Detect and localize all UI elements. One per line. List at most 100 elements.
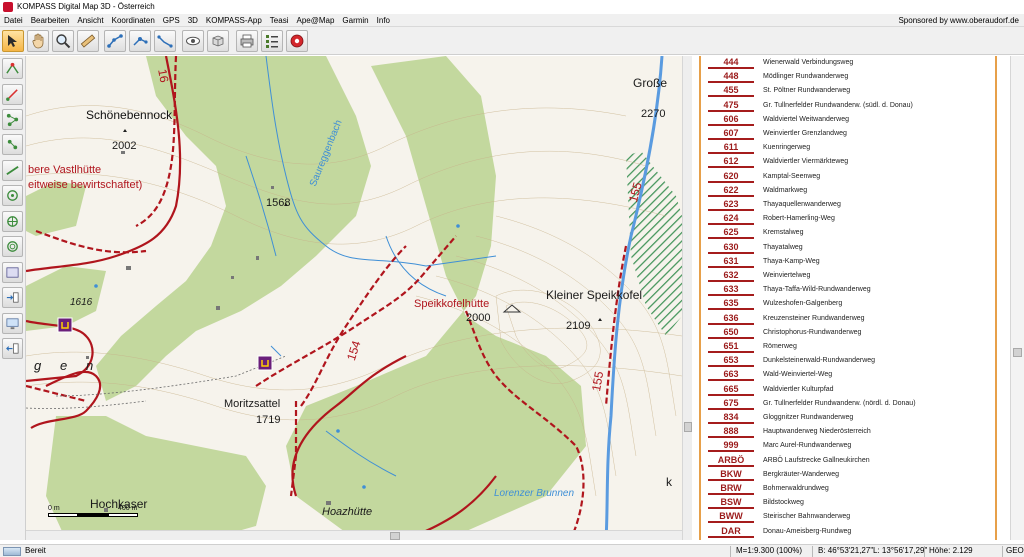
trail-name: Weinviertler Grenzlandweg xyxy=(763,130,847,137)
map-vscroll-thumb[interactable] xyxy=(684,422,692,432)
legend-row[interactable]: 650 Christophorus-Rundwanderweg xyxy=(706,327,986,342)
legend-row[interactable]: 632 Weinviertelweg xyxy=(706,270,986,285)
legend-row[interactable]: DAR Donau-Ameisberg-Rundweg xyxy=(706,526,986,540)
route-edit-icon[interactable] xyxy=(129,30,151,52)
print-icon[interactable] xyxy=(236,30,258,52)
menu-3d[interactable]: 3D xyxy=(184,14,202,27)
legend-row[interactable]: 888 Hauptwanderweg Niederösterreich xyxy=(706,426,986,441)
measure-ruler-icon[interactable] xyxy=(77,30,99,52)
route-new-icon[interactable] xyxy=(2,58,23,79)
legend-row[interactable]: 475 Gr. Tullnerfelder Rundwanderw. (südl.… xyxy=(706,100,986,115)
menu-ansicht[interactable]: Ansicht xyxy=(73,14,107,27)
map-export-icon[interactable] xyxy=(2,262,23,283)
trail-name: Bergkräuter-Wanderweg xyxy=(763,470,839,478)
menu-kompass-app[interactable]: KOMPASS-App xyxy=(202,14,266,27)
legend-row[interactable]: 448 Mödlinger Rundwanderweg xyxy=(706,71,986,86)
menu-bar: Datei Bearbeiten Ansicht Koordinaten GPS 3D KO… xyxy=(0,14,1024,27)
legend-row[interactable]: 636 Kreuzensteiner Rundwanderweg xyxy=(706,313,986,328)
legend-row[interactable]: 444 Wienerwald Verbindungsweg xyxy=(706,57,986,72)
legend-row[interactable]: 999 Marc Aurel-Rundwanderweg xyxy=(706,440,986,455)
trail-name: Gr. Tullnerfelder Rundwanderw. (nördl. d… xyxy=(763,399,916,407)
legend-row[interactable]: 630 Thayatalweg xyxy=(706,242,986,257)
hand-pan-icon[interactable] xyxy=(27,30,49,52)
legend-scroll-thumb[interactable] xyxy=(1013,348,1022,357)
trail-number-badge: 651 xyxy=(708,341,754,353)
route-waypoints-icon[interactable] xyxy=(104,30,126,52)
trail-number-badge: 448 xyxy=(708,71,754,84)
trail-legend-panel: 444 Wienerwald Verbindungsweg 448 Mödlinger… xyxy=(692,56,1010,540)
legend-row[interactable]: 663 Wald-Weinviertel-Weg xyxy=(706,369,986,384)
trail-number-badge: 624 xyxy=(708,213,754,226)
map-label-elevation: 2000 xyxy=(466,312,491,324)
map-horizontal-scrollbar[interactable] xyxy=(26,530,682,540)
legend-row[interactable]: 675 Gr. Tullnerfelder Rundwanderw. (nördl… xyxy=(706,398,986,413)
title-bar: KOMPASS Digital Map 3D - Österreich xyxy=(0,0,1024,14)
route-nodes-icon[interactable] xyxy=(2,109,23,130)
legend-row[interactable]: 834 Gloggnitzer Rundwanderweg xyxy=(706,412,986,427)
legend-row[interactable]: 455 St. Pöltner Rundwanderweg xyxy=(706,85,986,100)
legend-row[interactable]: 635 Wulzeshofen-Galgenberg xyxy=(706,298,986,313)
legend-row[interactable]: BRW Bohmerwaldrundweg xyxy=(706,483,986,498)
menu-apemap[interactable]: Ape@Map xyxy=(292,14,338,27)
route-export-icon[interactable] xyxy=(2,185,23,206)
legend-row[interactable]: 622 Waldmarkweg xyxy=(706,185,986,200)
trail-number-badge: BRW xyxy=(708,483,754,495)
menu-garmin[interactable]: Garmin xyxy=(338,14,372,27)
legend-row[interactable]: BSW Bildstockweg xyxy=(706,497,986,512)
legend-row[interactable]: 651 Römerweg xyxy=(706,341,986,356)
trail-number-badge: 625 xyxy=(708,227,754,240)
gps-send-icon[interactable] xyxy=(2,236,23,257)
legend-row[interactable]: 631 Thaya-Kamp-Weg xyxy=(706,256,986,271)
trail-name: Wulzeshofen-Galgenberg xyxy=(763,300,843,308)
device-send-icon[interactable] xyxy=(2,287,23,308)
main-toolbar xyxy=(0,27,1024,55)
gps-receive-icon[interactable] xyxy=(2,211,23,232)
scale-segment xyxy=(108,513,138,517)
map-label-region: k xyxy=(666,475,672,489)
legend-row[interactable]: 624 Robert-Hamerling-Weg xyxy=(706,213,986,228)
legend-row[interactable]: 611 Kuenringerweg xyxy=(706,142,986,157)
status-height: Höhe: 2.129 xyxy=(929,546,973,555)
legend-row[interactable]: 612 Waldviertler Viermärkteweg xyxy=(706,156,986,171)
trail-number-badge: 650 xyxy=(708,327,754,339)
track-icon[interactable] xyxy=(154,30,176,52)
sponsor-text[interactable]: Sponsored by www.oberaudorf.de xyxy=(898,14,1019,27)
menu-teasi[interactable]: Teasi xyxy=(266,14,293,27)
trail-name: Thaya-Taffa-Wild-Rundwanderweg xyxy=(763,286,871,294)
legend-row[interactable]: BKW Bergkräuter-Wanderweg xyxy=(706,469,986,484)
map-hscroll-thumb[interactable] xyxy=(390,532,400,540)
route-draw-icon[interactable] xyxy=(2,84,23,105)
status-divider xyxy=(924,546,925,557)
legend-row[interactable]: 623 Thayaquellenwanderweg xyxy=(706,199,986,214)
screen-export-icon[interactable] xyxy=(2,313,23,334)
3d-view-icon[interactable] xyxy=(207,30,229,52)
list-icon[interactable] xyxy=(261,30,283,52)
menu-datei[interactable]: Datei xyxy=(0,14,27,27)
legend-row[interactable]: 620 Kamptal-Seenweg xyxy=(706,171,986,186)
legend-row[interactable]: 633 Thaya-Taffa-Wild-Rundwanderweg xyxy=(706,284,986,299)
legend-row[interactable]: 625 Kremstalweg xyxy=(706,227,986,242)
legend-scrollbar[interactable] xyxy=(1010,56,1024,540)
device-receive-icon[interactable] xyxy=(2,338,23,359)
map-view[interactable]: Schönebennock 2002 bere Vastlhütte eitwe… xyxy=(26,56,682,540)
cursor-arrow-icon[interactable] xyxy=(2,30,24,52)
map-vertical-scrollbar[interactable] xyxy=(682,56,692,540)
menu-gps[interactable]: GPS xyxy=(159,14,184,27)
legend-row[interactable]: ARBÖ ARBÖ Laufstrecke Gallneukirchen xyxy=(706,455,986,470)
trail-name: Thaya-Kamp-Weg xyxy=(763,257,820,265)
menu-bearbeiten[interactable]: Bearbeiten xyxy=(27,14,74,27)
view-eye-icon[interactable] xyxy=(182,30,204,52)
settings-red-icon[interactable] xyxy=(286,30,308,52)
legend-row[interactable]: 653 Dunkelsteinerwald-Rundwanderweg xyxy=(706,355,986,370)
menu-info[interactable]: Info xyxy=(373,14,394,27)
route-nodes-add-icon[interactable] xyxy=(2,134,23,155)
menu-koordinaten[interactable]: Koordinaten xyxy=(108,14,159,27)
map-label-elevation: 1568 xyxy=(266,197,291,209)
legend-row[interactable]: 607 Weinviertler Grenzlandweg xyxy=(706,128,986,143)
legend-row[interactable]: BWW Steirischer Bahnwanderweg xyxy=(706,511,986,526)
zoom-magnifier-icon[interactable] xyxy=(52,30,74,52)
legend-row[interactable]: 665 Waldviertler Kulturpfad xyxy=(706,384,986,399)
legend-row[interactable]: 606 Waldviertel Weitwanderweg xyxy=(706,114,986,129)
trail-number-badge: DAR xyxy=(708,526,754,538)
route-segment-icon[interactable] xyxy=(2,160,23,181)
